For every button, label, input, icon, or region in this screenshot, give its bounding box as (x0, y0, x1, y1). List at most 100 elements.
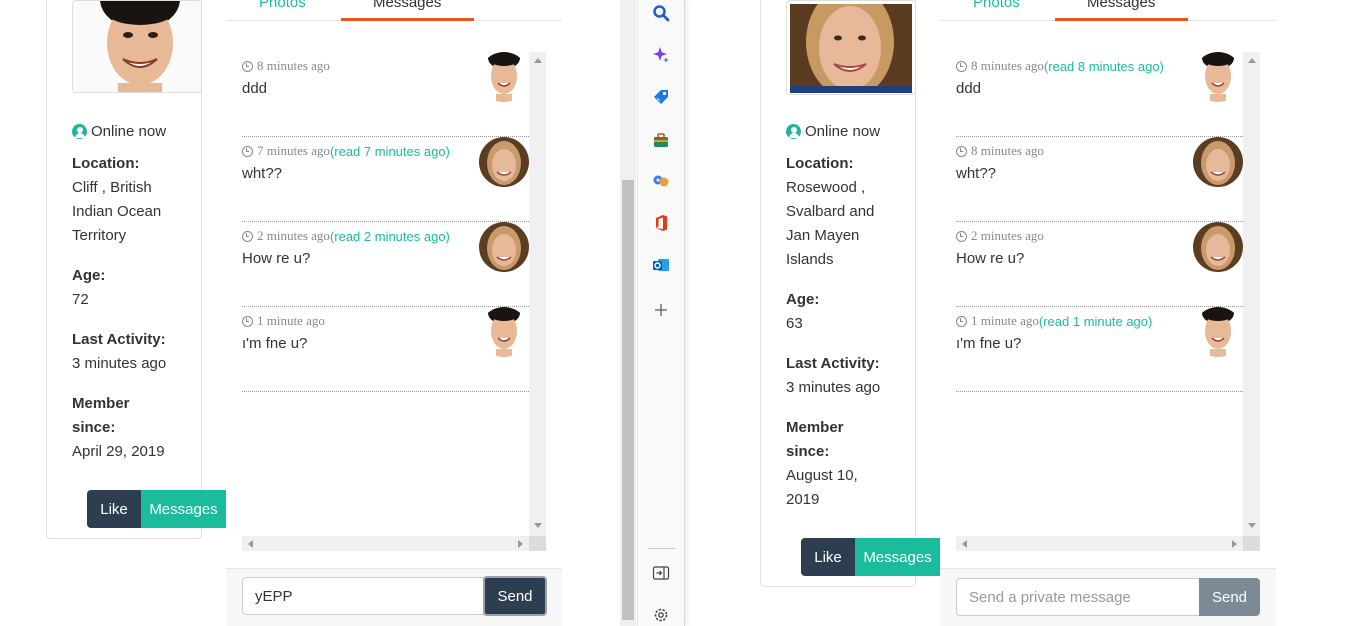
message-meta: 8 minutes ago (956, 143, 1044, 159)
message-meta: 7 minutes ago (read 7 minutes ago) (242, 143, 450, 159)
sidebar-divider (648, 548, 675, 549)
games-icon[interactable] (652, 172, 670, 190)
message-text: wht?? (956, 165, 997, 182)
browser-sidebar (637, 0, 685, 626)
like-button[interactable]: Like (801, 538, 855, 576)
split-screen-icon[interactable] (652, 564, 670, 582)
user-circle-icon (72, 124, 87, 139)
message-horizontal-scrollbar[interactable] (242, 536, 529, 551)
scroll-up-arrow[interactable] (1248, 58, 1256, 63)
message-time: 1 minute ago (971, 313, 1039, 328)
woman-avatar-image (479, 137, 529, 187)
message-meta: 2 minutes ago (read 2 minutes ago) (242, 228, 450, 244)
scroll-left-arrow[interactable] (248, 540, 253, 548)
message-list[interactable]: 8 minutes ago (read 8 minutes ago) ddd 8 … (956, 52, 1243, 536)
location-label: Location: (72, 155, 140, 172)
scroll-up-arrow[interactable] (534, 58, 542, 63)
message-time: 8 minutes ago (971, 143, 1044, 158)
message-item: 8 minutes ago ddd (242, 52, 529, 137)
scroll-down-arrow[interactable] (1248, 523, 1256, 528)
message-input[interactable] (242, 577, 484, 615)
messages-button[interactable]: Messages (141, 490, 226, 528)
message-meta: 1 minute ago (read 1 minute ago) (956, 313, 1152, 329)
message-text: ı'm fne u? (242, 335, 308, 352)
scroll-right-arrow[interactable] (518, 540, 523, 548)
message-item: 1 minute ago ı'm fne u? (242, 307, 529, 392)
outlook-icon[interactable] (652, 256, 670, 274)
active-tab-indicator (1055, 18, 1188, 21)
tab-messages[interactable]: Messages (1087, 0, 1155, 11)
online-status-text: Online now (91, 123, 167, 140)
location-line: Cliff , British (72, 179, 152, 196)
send-button[interactable]: Send (1199, 578, 1260, 616)
message-list[interactable]: 8 minutes ago ddd 7 minutes ago (read 7 m… (242, 52, 529, 536)
toolbox-icon[interactable] (652, 131, 670, 149)
clock-icon (956, 145, 967, 157)
man-photo (73, 1, 201, 92)
send-button[interactable]: Send (483, 576, 547, 616)
tab-photos[interactable]: Photos (259, 0, 306, 11)
man-avatar-image (1193, 52, 1243, 102)
read-receipt: (read 1 minute ago) (1038, 313, 1153, 329)
age-value: 72 (72, 291, 89, 308)
settings-icon[interactable] (652, 606, 670, 624)
search-icon[interactable] (652, 4, 670, 22)
member-since-value: 2019 (786, 491, 820, 508)
message-time: 2 minutes ago (971, 228, 1044, 243)
clock-icon (956, 315, 967, 327)
location-line: Svalbard and (786, 203, 875, 220)
clock-icon (956, 60, 967, 72)
page-scrollbar[interactable] (620, 0, 636, 626)
message-vertical-scrollbar[interactable] (529, 52, 546, 536)
add-icon[interactable] (652, 301, 670, 319)
location-line: Jan Mayen (786, 227, 860, 244)
scroll-left-arrow[interactable] (962, 540, 967, 548)
man-avatar-image (479, 52, 529, 102)
messages-button[interactable]: Messages (855, 538, 940, 576)
message-time: 8 minutes ago (971, 58, 1044, 73)
sender-avatar (1193, 307, 1243, 357)
message-vertical-scrollbar[interactable] (1243, 52, 1260, 536)
message-horizontal-scrollbar[interactable] (956, 536, 1243, 551)
member-since-label-2: since: (786, 443, 830, 460)
member-since-label-2: since: (72, 419, 116, 436)
woman-photo (790, 1, 912, 94)
sender-avatar (1193, 52, 1243, 102)
office-icon[interactable] (652, 214, 670, 232)
location-line: Indian Ocean (72, 203, 162, 220)
message-time: 2 minutes ago (257, 228, 330, 243)
scrollbar-corner (1243, 536, 1260, 551)
like-button[interactable]: Like (87, 490, 141, 528)
location-line: Islands (786, 251, 834, 268)
profile-photo[interactable] (72, 0, 202, 93)
message-time: 8 minutes ago (257, 58, 330, 73)
shopping-tag-icon[interactable] (652, 88, 670, 106)
woman-avatar-image (1193, 222, 1243, 272)
scroll-down-arrow[interactable] (534, 523, 542, 528)
message-text: ı'm fne u? (956, 335, 1022, 352)
man-avatar-image (1193, 307, 1243, 357)
scroll-right-arrow[interactable] (1232, 540, 1237, 548)
age-label: Age: (786, 291, 820, 308)
message-input[interactable] (956, 578, 1200, 616)
profile-photo[interactable] (786, 0, 916, 95)
scrollbar-corner (529, 536, 546, 551)
copilot-icon[interactable] (652, 46, 670, 64)
sender-avatar (479, 307, 529, 357)
message-text: How re u? (956, 250, 1025, 267)
sender-avatar (1193, 137, 1243, 187)
sender-avatar (1193, 222, 1243, 272)
last-activity-value: 3 minutes ago (786, 379, 881, 396)
active-tab-indicator (341, 18, 474, 21)
tab-messages[interactable]: Messages (373, 0, 441, 11)
message-text: ddd (956, 80, 982, 97)
man-avatar-image (479, 307, 529, 357)
message-item: 2 minutes ago (read 2 minutes ago) How re… (242, 222, 529, 307)
tab-photos[interactable]: Photos (973, 0, 1020, 11)
message-item: 8 minutes ago wht?? (956, 137, 1243, 222)
message-text: How re u? (242, 250, 311, 267)
sender-avatar (479, 137, 529, 187)
read-receipt: (read 2 minutes ago) (329, 228, 450, 244)
page-scrollbar-thumb[interactable] (622, 180, 634, 620)
clock-icon (242, 145, 253, 157)
